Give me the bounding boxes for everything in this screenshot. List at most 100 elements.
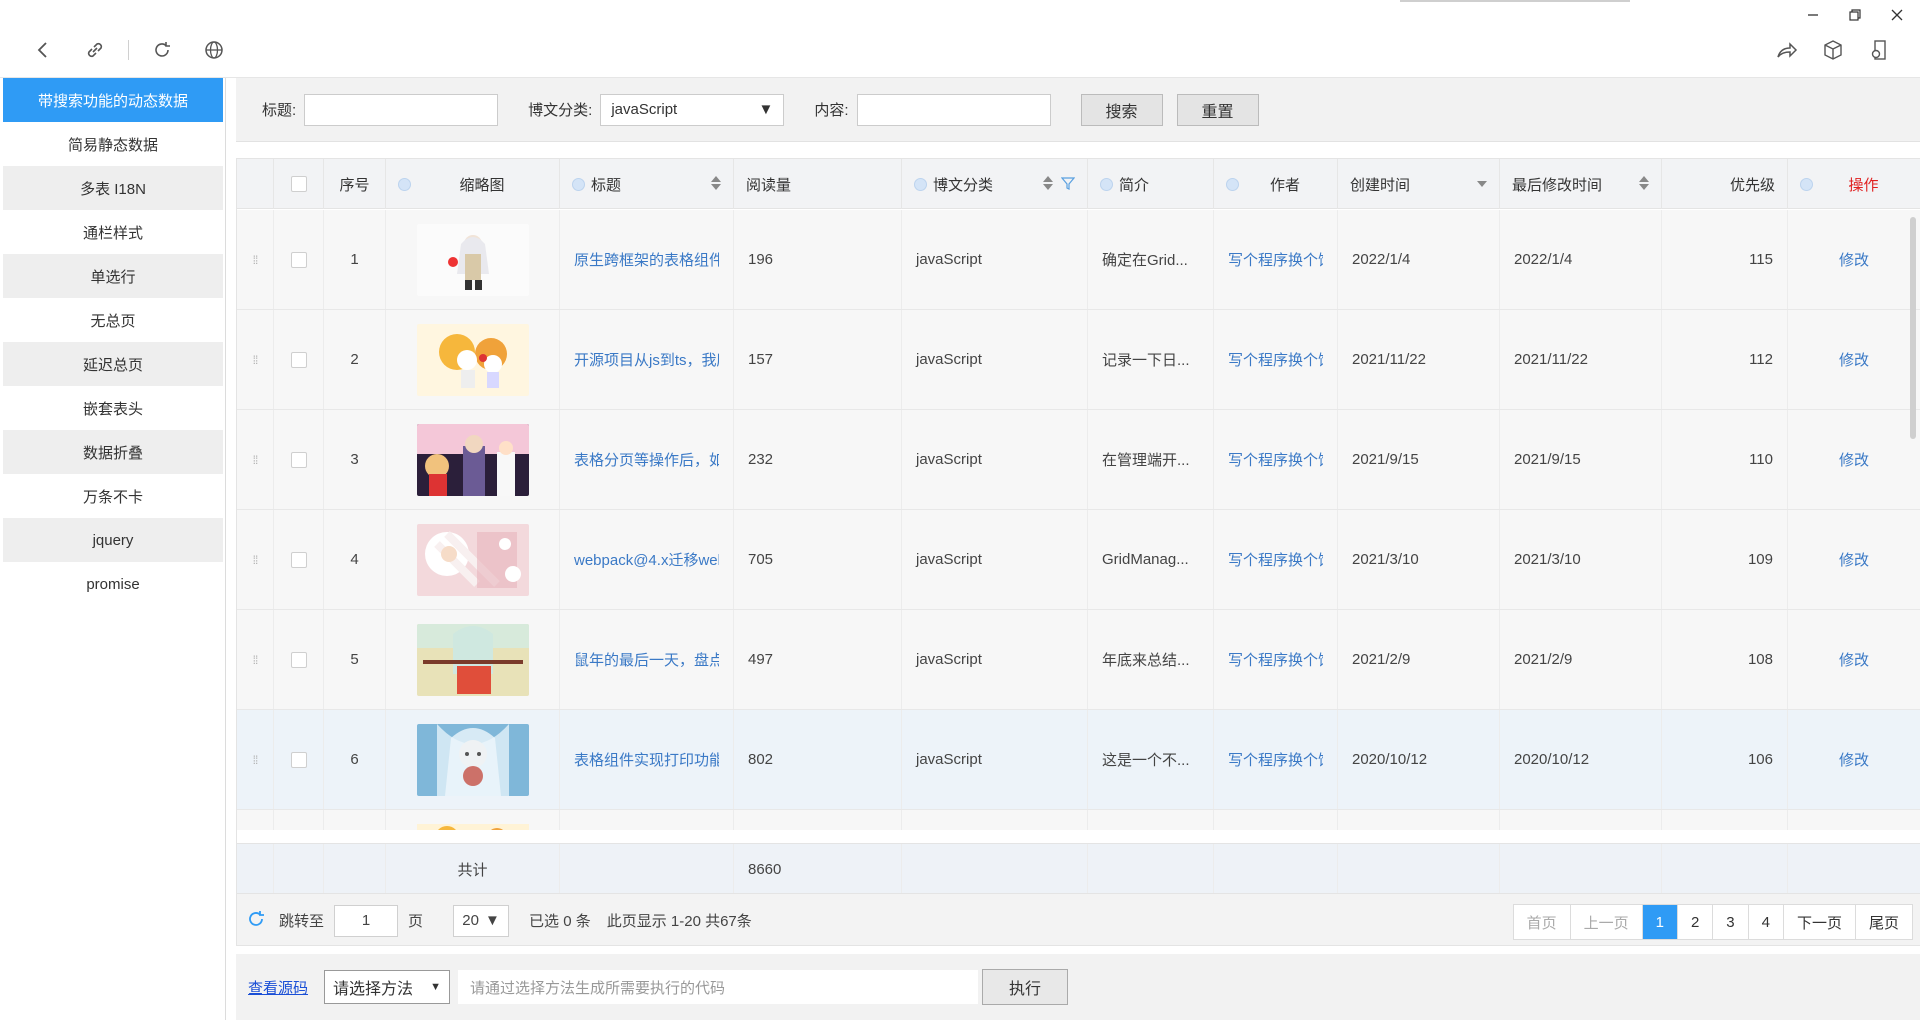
scrollbar-thumb[interactable] xyxy=(1910,217,1916,439)
row-checkbox-cell[interactable] xyxy=(274,610,324,709)
page-number-button[interactable]: 1 xyxy=(1642,905,1678,939)
table-row[interactable]: ⁞⁞ 1 原生跨框架的表格组件, 196 javaScript 确定在Grid... 写个程… xyxy=(237,210,1920,310)
sidebar-item[interactable]: 延迟总页 xyxy=(3,342,223,386)
cell-action[interactable]: 修改 xyxy=(1788,510,1920,609)
sidebar-item[interactable]: 数据折叠 xyxy=(3,430,223,474)
cell-title[interactable]: 表格分页等操作后，如何 xyxy=(560,410,734,509)
sidebar-item[interactable]: 万条不卡 xyxy=(3,474,223,518)
author-link[interactable]: 写个程序换个饼 xyxy=(1228,649,1323,670)
restore-icon[interactable] xyxy=(1844,4,1866,26)
drag-handle[interactable]: ⁞⁞ xyxy=(237,510,274,609)
author-link[interactable]: 写个程序换个饼 xyxy=(1228,249,1323,270)
author-link[interactable]: 写个程序换个饼 xyxy=(1228,749,1323,770)
header-category[interactable]: 博文分类 xyxy=(902,159,1088,209)
cell-action[interactable]: 修改 xyxy=(1788,310,1920,409)
header-remind-icon[interactable] xyxy=(398,177,411,191)
edit-link[interactable]: 修改 xyxy=(1839,249,1869,270)
sidebar-item[interactable]: 多表 I18N xyxy=(3,166,223,210)
sidebar-item[interactable]: 无总页 xyxy=(3,298,223,342)
back-icon[interactable] xyxy=(24,36,62,64)
cell-title[interactable]: webpack@4.x迁移web xyxy=(560,510,734,609)
cell-author[interactable]: 写个程序换个饼 xyxy=(1214,710,1338,809)
page-number-button[interactable]: 3 xyxy=(1713,905,1749,939)
drag-handle[interactable]: ⁞⁞ xyxy=(237,410,274,509)
sidebar-item[interactable]: 通栏样式 xyxy=(3,210,223,254)
row-checkbox[interactable] xyxy=(290,251,307,268)
edit-link[interactable]: 修改 xyxy=(1839,649,1869,670)
content-input[interactable] xyxy=(856,93,1051,126)
title-link[interactable]: 原生跨框架的表格组件, xyxy=(574,249,719,270)
drag-handle[interactable]: ⁞⁞ xyxy=(237,710,274,809)
minimize-icon[interactable] xyxy=(1802,4,1824,26)
select-all-checkbox[interactable] xyxy=(290,176,307,192)
row-checkbox-cell[interactable] xyxy=(274,710,324,809)
refresh-icon[interactable] xyxy=(143,36,181,64)
cell-action[interactable]: 修改 xyxy=(1788,410,1920,509)
edit-link[interactable]: 修改 xyxy=(1839,449,1869,470)
sidebar-item[interactable]: jquery xyxy=(3,518,223,562)
edit-link[interactable]: 修改 xyxy=(1839,749,1869,770)
drag-handle-icon[interactable]: ⁞⁞ xyxy=(253,653,259,667)
table-row[interactable]: ⁞⁞ 6 表格组件实现打印功能... 802javaScript 这是一个不... 写个程… xyxy=(237,710,1920,810)
cell-title[interactable]: 原生跨框架的表格组件, xyxy=(560,210,734,309)
drag-handle[interactable]: ⁞⁞ xyxy=(237,310,274,409)
header-modified[interactable]: 最后修改时间 xyxy=(1500,159,1662,209)
reset-button[interactable]: 重置 xyxy=(1176,93,1259,126)
title-link[interactable]: 鼠年的最后一天，盘点了 xyxy=(574,649,719,670)
title-link[interactable]: webpack@4.x迁移web xyxy=(574,549,719,570)
table-row[interactable]: ⁞⁞ 4 webpack@4.x迁移web 705 javaScript GridMana… xyxy=(237,510,1920,610)
page-number-button[interactable]: 4 xyxy=(1748,905,1784,939)
sort-icon[interactable] xyxy=(1043,176,1053,190)
cell-author[interactable]: 写个程序换个饼 xyxy=(1214,410,1338,509)
sidebar-item[interactable]: 嵌套表头 xyxy=(3,386,223,430)
cell-action[interactable]: 修改 xyxy=(1788,210,1920,309)
link-icon[interactable] xyxy=(76,36,114,64)
drag-handle-icon[interactable]: ⁞⁞ xyxy=(253,753,259,767)
last-page-button[interactable]: 尾页 xyxy=(1855,905,1912,939)
drag-handle-icon[interactable]: ⁞⁞ xyxy=(253,553,259,567)
title-link[interactable]: 开源项目从js到ts，我所 xyxy=(574,349,719,370)
author-link[interactable]: 写个程序换个饼 xyxy=(1228,549,1323,570)
row-checkbox[interactable] xyxy=(290,551,307,568)
cell-author[interactable]: 写个程序换个饼 xyxy=(1214,310,1338,409)
row-checkbox[interactable] xyxy=(290,651,307,668)
title-link[interactable]: 表格组件实现打印功能... xyxy=(574,749,719,770)
cell-title[interactable]: 开源项目从js到ts，我所 xyxy=(560,310,734,409)
table-row[interactable]: ⁞⁞ 3 表格分页等操作后，如何 232javaScript 在管理端开... 写个程序换… xyxy=(237,410,1920,510)
next-page-button[interactable]: 下一页 xyxy=(1783,905,1856,939)
header-remind-icon[interactable] xyxy=(1100,177,1113,191)
cell-author[interactable]: 写个程序换个饼 xyxy=(1214,510,1338,609)
prev-page-button[interactable]: 上一页 xyxy=(1570,905,1643,939)
grid-scrollbar[interactable] xyxy=(1910,211,1918,831)
cell-title[interactable]: 鼠年的最后一天，盘点了 xyxy=(560,610,734,709)
goto-page-input[interactable]: 1 xyxy=(334,904,399,937)
row-checkbox-cell[interactable] xyxy=(274,310,324,409)
drag-handle[interactable]: ⁞⁞ xyxy=(237,610,274,709)
drag-handle-icon[interactable]: ⁞⁞ xyxy=(253,353,259,367)
row-checkbox-cell[interactable] xyxy=(274,210,324,309)
title-link[interactable]: 表格分页等操作后，如何 xyxy=(574,449,719,470)
table-row[interactable]: ⁞⁞ 5 鼠年的最后一天，盘点了 497javaScript 年底来总结... 写个程序换… xyxy=(237,610,1920,710)
row-checkbox[interactable] xyxy=(290,451,307,468)
header-remind-icon[interactable] xyxy=(572,177,585,191)
cell-action[interactable]: 修改 xyxy=(1788,610,1920,709)
filter-icon[interactable] xyxy=(1060,176,1076,194)
cube-icon[interactable] xyxy=(1814,36,1852,64)
row-checkbox[interactable] xyxy=(290,751,307,768)
edit-link[interactable]: 修改 xyxy=(1839,549,1869,570)
sort-icon[interactable] xyxy=(711,176,721,190)
header-created[interactable]: 创建时间 xyxy=(1338,159,1500,209)
category-select[interactable]: javaScript ▼ xyxy=(600,93,785,126)
header-remind-icon[interactable] xyxy=(914,177,927,191)
share-icon[interactable] xyxy=(1768,36,1806,64)
author-link[interactable]: 写个程序换个饼 xyxy=(1228,349,1323,370)
header-remind-icon[interactable] xyxy=(1800,177,1813,191)
row-checkbox[interactable] xyxy=(290,351,307,368)
globe-icon[interactable] xyxy=(195,36,233,64)
header-title[interactable]: 标题 xyxy=(560,159,734,209)
method-select[interactable]: 请选择方法 ▼ xyxy=(324,970,451,1004)
execute-button[interactable]: 执行 xyxy=(982,969,1069,1005)
view-source-link[interactable]: 查看源码 xyxy=(248,977,308,998)
title-input[interactable] xyxy=(304,93,499,126)
refresh-icon[interactable] xyxy=(247,910,265,932)
